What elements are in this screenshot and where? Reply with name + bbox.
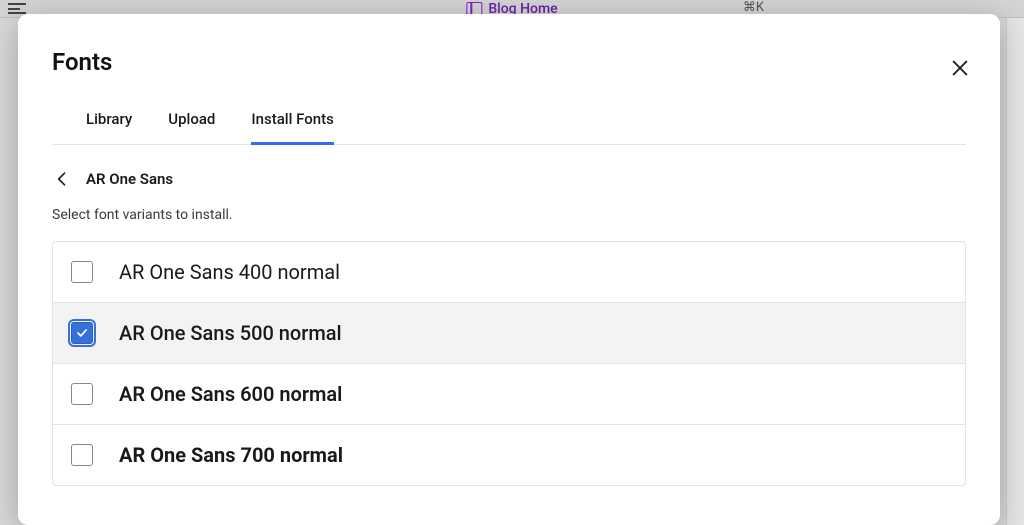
- back-breadcrumb[interactable]: AR One Sans: [52, 169, 966, 189]
- modal-header: Fonts Library Upload Install Fonts: [18, 14, 1000, 145]
- variant-row[interactable]: AR One Sans 700 normal: [53, 425, 965, 485]
- tab-install-fonts[interactable]: Install Fonts: [251, 110, 333, 145]
- modal-content: AR One Sans Select font variants to inst…: [18, 145, 1000, 525]
- fonts-modal: Fonts Library Upload Install Fonts AR On…: [18, 14, 1000, 525]
- variant-label: AR One Sans 600 normal: [119, 382, 342, 406]
- chevron-left-icon: [52, 169, 72, 189]
- variant-checkbox[interactable]: [71, 261, 93, 283]
- check-icon: [75, 326, 89, 340]
- variant-checkbox[interactable]: [71, 322, 93, 344]
- variant-checkbox[interactable]: [71, 383, 93, 405]
- tab-library[interactable]: Library: [86, 110, 132, 145]
- breadcrumb-label: AR One Sans: [86, 170, 173, 188]
- right-panel-bg: [1006, 18, 1024, 525]
- variant-row[interactable]: AR One Sans 500 normal: [53, 303, 965, 364]
- close-icon: [949, 57, 971, 79]
- variant-label: AR One Sans 400 normal: [119, 260, 340, 284]
- variant-list: AR One Sans 400 normal AR One Sans 500 no…: [52, 241, 966, 486]
- hint-text: Select font variants to install.: [52, 207, 966, 223]
- tabs: Library Upload Install Fonts: [52, 110, 966, 145]
- modal-title: Fonts: [52, 48, 966, 76]
- variant-row[interactable]: AR One Sans 600 normal: [53, 364, 965, 425]
- close-button[interactable]: [946, 54, 974, 82]
- tab-upload[interactable]: Upload: [168, 110, 215, 145]
- variant-label: AR One Sans 700 normal: [119, 443, 343, 467]
- variant-row[interactable]: AR One Sans 400 normal: [53, 242, 965, 303]
- menu-icon[interactable]: [8, 3, 26, 14]
- command-shortcut: ⌘K: [743, 0, 764, 15]
- variant-checkbox[interactable]: [71, 444, 93, 466]
- variant-label: AR One Sans 500 normal: [119, 321, 342, 345]
